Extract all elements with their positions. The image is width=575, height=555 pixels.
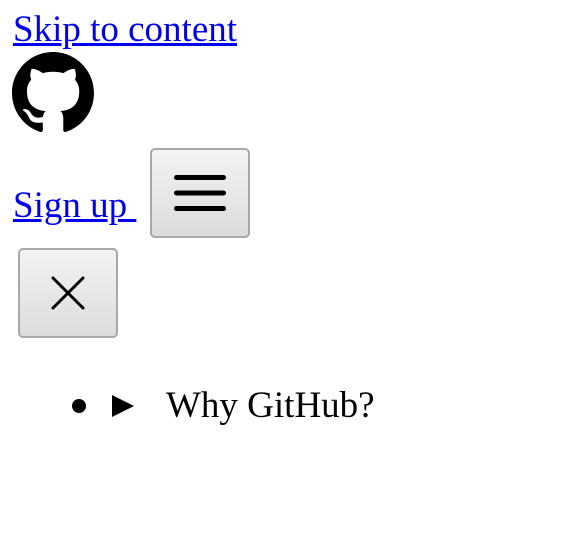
close-icon: [50, 275, 86, 311]
nav-item-label: Why GitHub?: [166, 385, 375, 426]
disclosure-triangle-icon: [112, 395, 134, 417]
github-logo-link[interactable]: [12, 52, 94, 134]
close-menu-button[interactable]: [18, 248, 118, 338]
list-bullet-icon: [72, 399, 86, 413]
menu-toggle-button[interactable]: [150, 148, 250, 238]
hamburger-menu-icon: [172, 169, 228, 217]
main-nav-list: Why GitHub?: [72, 382, 375, 430]
skip-to-content-link[interactable]: Skip to content: [13, 8, 237, 52]
nav-item-why-github: Why GitHub?: [72, 382, 375, 430]
github-mark-icon: [12, 52, 94, 134]
why-github-summary[interactable]: Why GitHub?: [112, 384, 375, 428]
sign-up-link[interactable]: Sign up: [13, 184, 136, 228]
